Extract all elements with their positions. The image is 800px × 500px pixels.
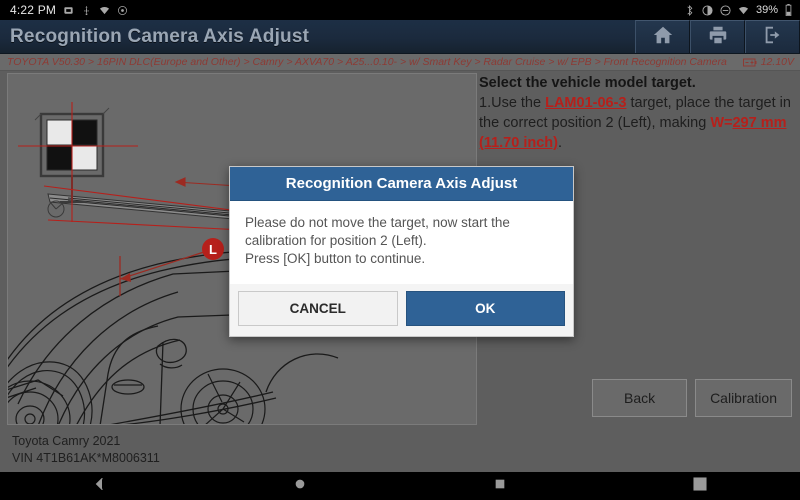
exit-button[interactable] bbox=[745, 20, 800, 53]
battery-icon bbox=[742, 57, 757, 68]
svg-text:L: L bbox=[209, 242, 217, 257]
title-bar-buttons bbox=[635, 20, 800, 53]
vehicle-model-label: Toyota Camry 2021 bbox=[12, 434, 121, 448]
status-bar-right: 39% bbox=[684, 4, 800, 16]
dialog-button-row: CANCEL OK bbox=[230, 284, 573, 336]
battery-percent-label: 39% bbox=[755, 4, 778, 16]
confirmation-dialog: Recognition Camera Axis Adjust Please do… bbox=[229, 166, 574, 337]
android-status-bar: 4:22 PM 39% bbox=[0, 0, 800, 20]
nav-recents-button[interactable] bbox=[400, 472, 600, 500]
chevron-left-icon bbox=[92, 476, 108, 497]
dialog-message-line-2: Press [OK] button to continue. bbox=[245, 251, 426, 266]
breadcrumb-voltage-group: 12.10V bbox=[742, 56, 800, 68]
wifi-weak-icon bbox=[99, 5, 110, 16]
bluetooth-icon bbox=[684, 4, 695, 16]
printer-icon bbox=[707, 24, 729, 51]
battery-status-icon bbox=[785, 4, 792, 16]
dialog-ok-button[interactable]: OK bbox=[405, 291, 565, 326]
breadcrumb-bar: TOYOTA V50.30 > 16PIN DLC(Europe and Oth… bbox=[0, 54, 800, 71]
dialog-cancel-button[interactable]: CANCEL bbox=[238, 291, 398, 326]
square-icon bbox=[492, 476, 508, 497]
mute-icon bbox=[720, 4, 731, 16]
sd-card-icon bbox=[63, 5, 74, 16]
dialog-cancel-label: CANCEL bbox=[289, 301, 346, 316]
calibration-button-label: Calibration bbox=[710, 390, 777, 406]
target-code-highlight: LAM01-06-3 bbox=[545, 95, 627, 111]
do-not-disturb-icon bbox=[702, 4, 713, 16]
calibration-button[interactable]: Calibration bbox=[695, 379, 792, 417]
print-button[interactable] bbox=[690, 20, 745, 53]
vehicle-info-footer: Toyota Camry 2021 VIN 4T1B61AK*M8006311 bbox=[0, 428, 800, 472]
battery-voltage-label: 12.10V bbox=[760, 56, 794, 68]
back-button[interactable]: Back bbox=[592, 379, 688, 417]
w-label: W= bbox=[710, 115, 733, 131]
instruction-end: . bbox=[557, 135, 563, 151]
dialog-message: Please do not move the target, now start… bbox=[230, 201, 573, 284]
app-root: 4:22 PM 39% Recognition Camera Axis Adju… bbox=[0, 0, 800, 500]
page-title: Recognition Camera Axis Adjust bbox=[10, 25, 310, 47]
nav-screenshot-button[interactable] bbox=[600, 472, 800, 500]
instruction-heading: Select the vehicle model target. bbox=[479, 75, 696, 91]
home-icon bbox=[652, 24, 674, 51]
vehicle-vin-label: VIN 4T1B61AK*M8006311 bbox=[12, 451, 160, 465]
dialog-message-line-1: Please do not move the target, now start… bbox=[245, 215, 510, 248]
home-button[interactable] bbox=[635, 20, 690, 53]
dialog-ok-label: OK bbox=[475, 301, 496, 316]
exit-icon bbox=[762, 24, 784, 51]
nav-back-button[interactable] bbox=[0, 472, 200, 500]
screenshot-icon bbox=[692, 476, 708, 497]
status-bar-left: 4:22 PM bbox=[0, 3, 128, 17]
instruction-prefix: 1.Use the bbox=[479, 95, 546, 111]
back-button-label: Back bbox=[624, 390, 656, 406]
circle-icon bbox=[292, 476, 308, 497]
breadcrumb: TOYOTA V50.30 > 16PIN DLC(Europe and Oth… bbox=[7, 56, 727, 68]
dialog-title: Recognition Camera Axis Adjust bbox=[230, 167, 573, 201]
screen-record-icon bbox=[117, 5, 128, 16]
nav-home-button[interactable] bbox=[200, 472, 400, 500]
instruction-step-1: 1.Use the LAM01-06-3 target, place the t… bbox=[479, 93, 794, 153]
android-navigation-bar bbox=[0, 472, 800, 500]
app-title-bar: Recognition Camera Axis Adjust bbox=[0, 20, 800, 54]
usb-icon bbox=[81, 5, 92, 16]
wifi-icon bbox=[738, 5, 749, 16]
action-button-row: Back Calibration bbox=[592, 379, 792, 417]
status-bar-clock: 4:22 PM bbox=[10, 3, 57, 17]
